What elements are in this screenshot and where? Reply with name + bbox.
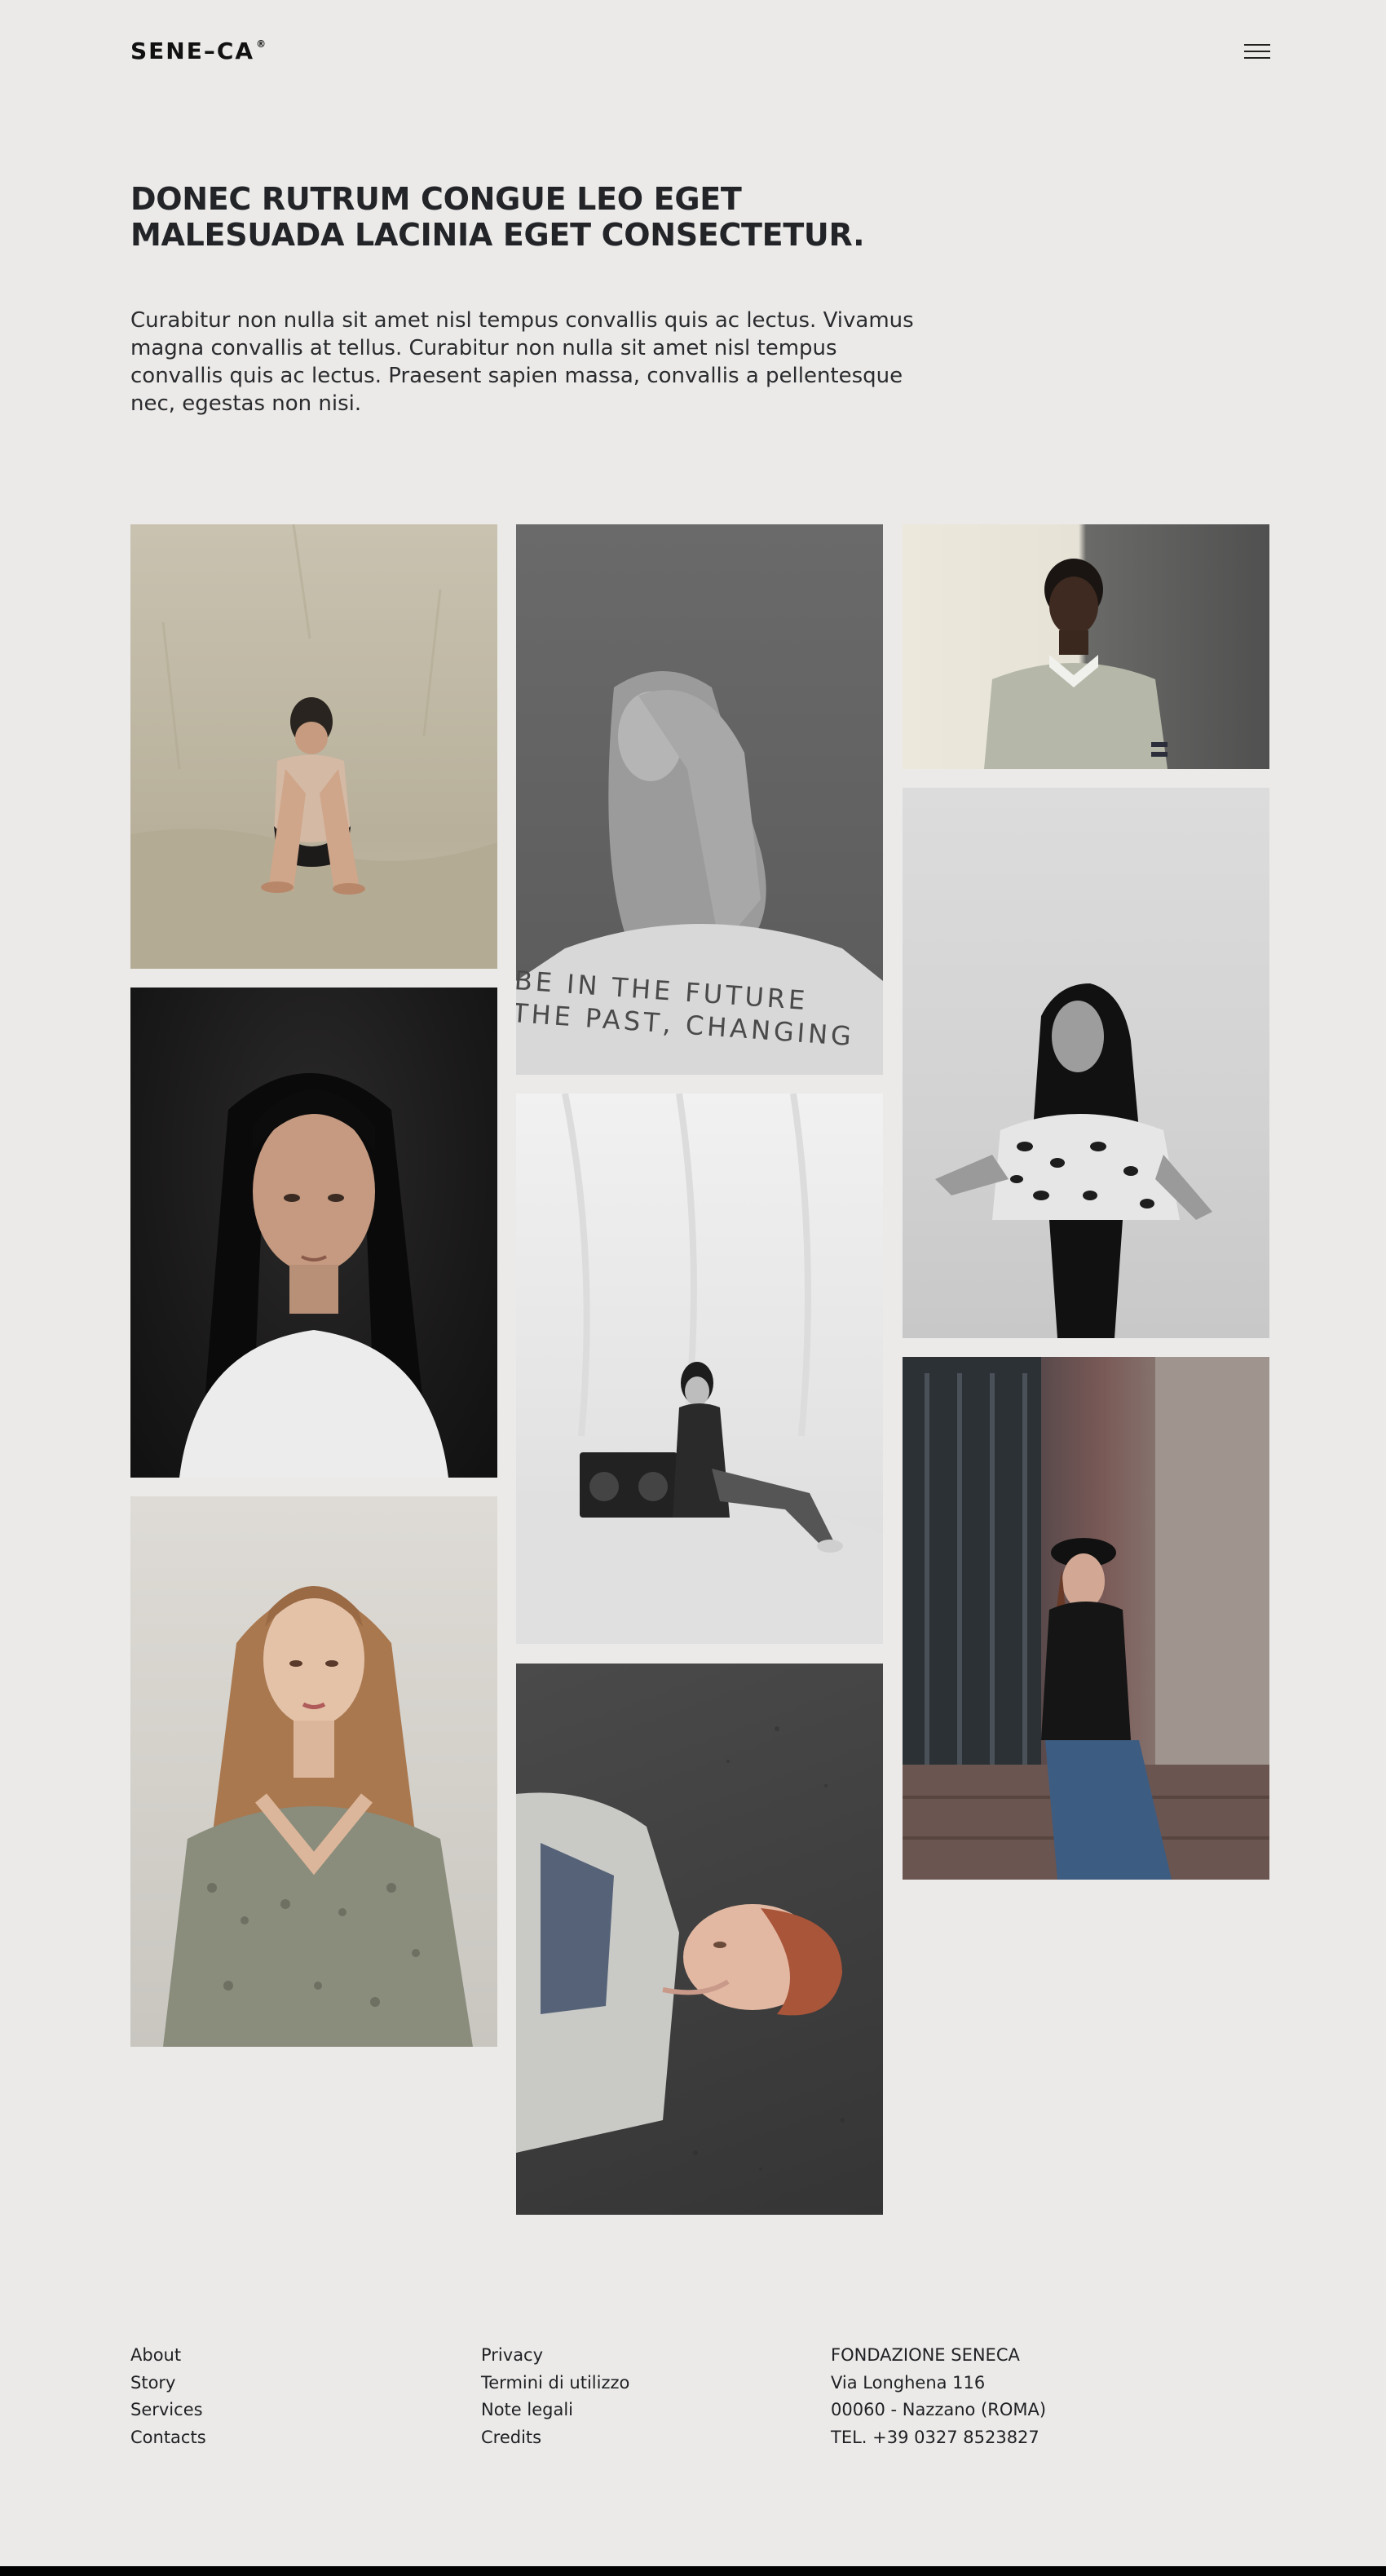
site-footer: About Story Services Contacts Privacy Te… (130, 2342, 1270, 2456)
page-title: DONEC RUTRUM CONGUE LEO EGET MALESUADA L… (130, 181, 865, 253)
gallery-photo-9[interactable] (903, 1357, 1269, 1880)
footer-link-services[interactable]: Services (130, 2397, 206, 2424)
gallery-photo-3[interactable] (903, 524, 1269, 769)
intro-paragraph: Curabitur non nulla sit amet nisl tempus… (130, 308, 914, 416)
photo-illustration (516, 1726, 845, 2171)
gallery-photo-5[interactable] (516, 1094, 883, 1644)
photo-illustration (163, 1586, 473, 2047)
footer-link-legal-notes[interactable]: Note legali (481, 2397, 629, 2424)
footer-org-name: FONDAZIONE SENECA (831, 2345, 1020, 2365)
footer-link-story[interactable]: Story (130, 2370, 206, 2397)
photo-illustration (903, 1357, 1269, 1880)
footer-nav-legal: Privacy Termini di utilizzo Note legali … (481, 2342, 629, 2451)
footer-phone: TEL. +39 0327 8523827 (831, 2427, 1040, 2447)
photo-illustration (984, 559, 1168, 769)
photo-illustration (516, 1094, 883, 1644)
footer-street: Via Longhena 116 (831, 2372, 986, 2393)
footer-nav-main: About Story Services Contacts (130, 2342, 206, 2451)
footer-address: FONDAZIONE SENECA Via Longhena 116 00060… (831, 2342, 1046, 2451)
gallery-photo-6[interactable] (130, 1496, 497, 2047)
photo-illustration (935, 983, 1212, 1338)
gallery-photo-1[interactable] (130, 524, 497, 969)
footer-link-about[interactable]: About (130, 2342, 206, 2370)
hamburger-icon[interactable] (1244, 41, 1270, 62)
logo-mark: ® (256, 38, 268, 50)
site-header: SENE–CA ® (130, 33, 1270, 70)
gallery-photo-4[interactable] (130, 988, 497, 1478)
logo-text: SENE–CA (130, 38, 255, 64)
footer-link-terms[interactable]: Termini di utilizzo (481, 2370, 629, 2397)
gallery-photo-2[interactable]: BE IN THE FUTURE THE PAST, CHANGING (516, 524, 883, 1075)
photo-illustration (130, 524, 497, 969)
footer-link-contacts[interactable]: Contacts (130, 2424, 206, 2452)
bottom-bar (0, 2566, 1386, 2576)
footer-link-credits[interactable]: Credits (481, 2424, 629, 2452)
photo-illustration (179, 1073, 448, 1478)
footer-link-privacy[interactable]: Privacy (481, 2342, 629, 2370)
gallery-photo-8[interactable] (516, 1664, 883, 2215)
site-logo[interactable]: SENE–CA ® (130, 38, 267, 64)
gallery-photo-7[interactable] (903, 788, 1269, 1338)
footer-city: 00060 - Nazzano (ROMA) (831, 2400, 1047, 2419)
